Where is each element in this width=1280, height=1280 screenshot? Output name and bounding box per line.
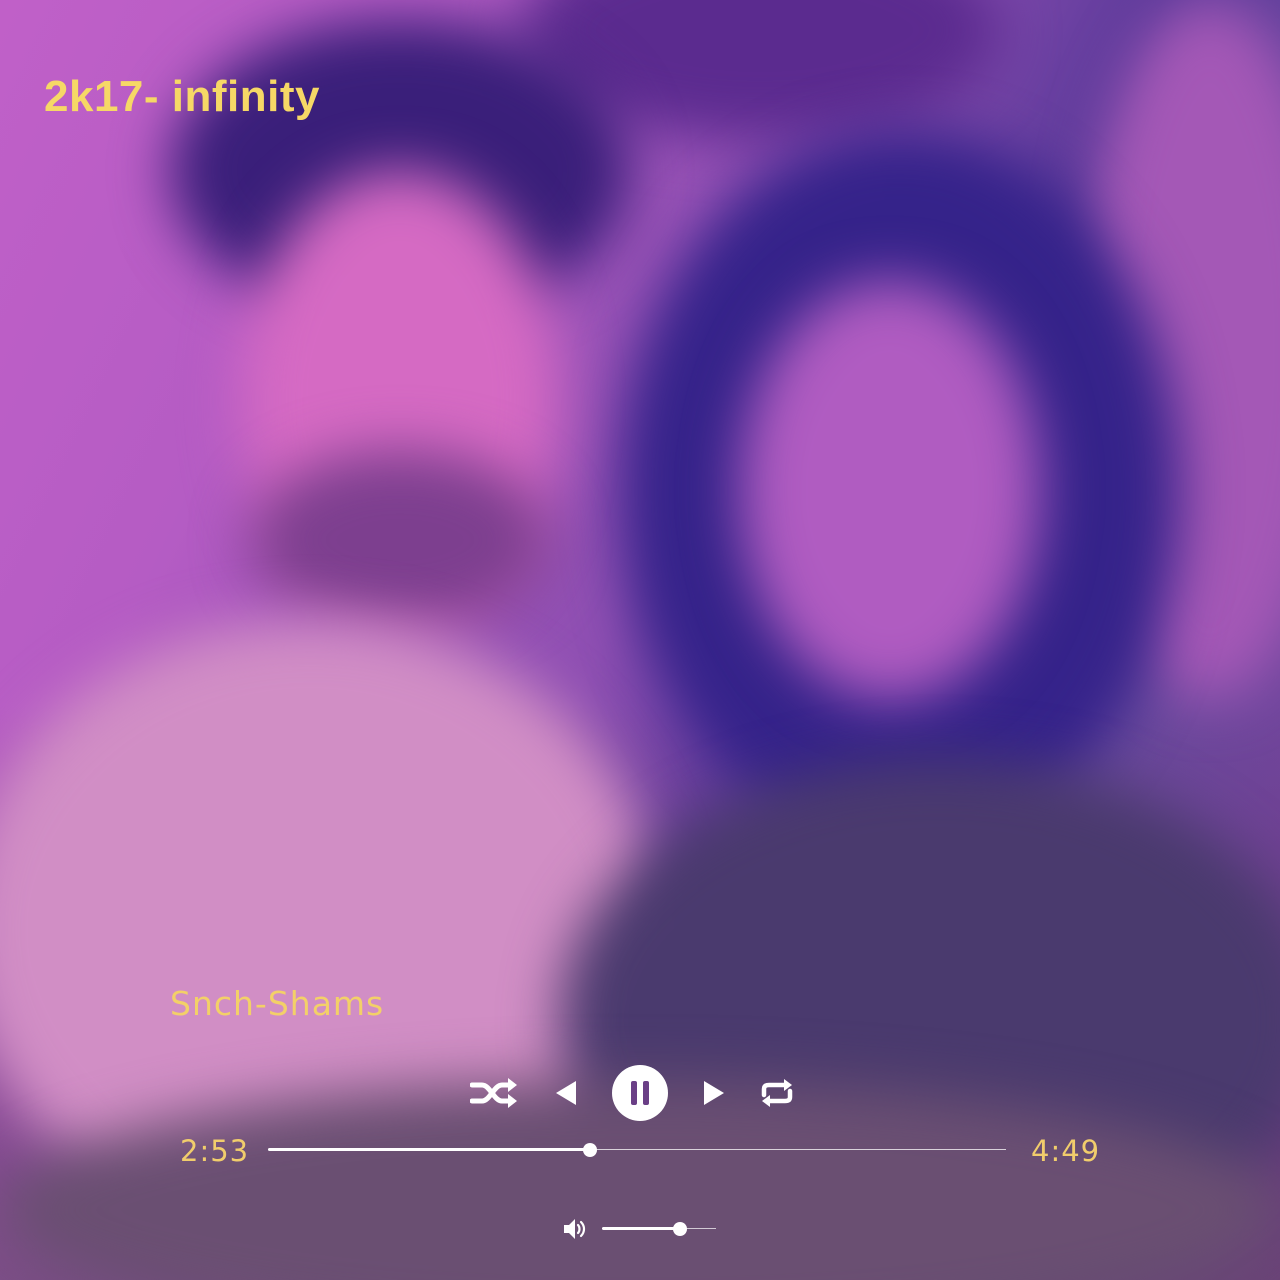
- shuffle-button[interactable]: [466, 1060, 522, 1126]
- volume-fill: [602, 1227, 680, 1230]
- total-time: 4:49: [1031, 1134, 1101, 1168]
- next-button[interactable]: [694, 1060, 734, 1126]
- playback-controls: [0, 1060, 1280, 1126]
- song-title: 2k17- infinity: [44, 72, 320, 121]
- next-icon: [704, 1081, 724, 1105]
- music-player: 2k17- infinity Snch-Shams 2:53 4:49: [0, 0, 1280, 1280]
- current-time: 2:53: [180, 1134, 250, 1168]
- volume-button[interactable]: [562, 1216, 588, 1242]
- previous-button[interactable]: [546, 1060, 586, 1126]
- pause-icon: [631, 1081, 649, 1105]
- artwork-region: [740, 280, 1040, 700]
- volume-icon: [564, 1219, 586, 1239]
- progress-fill: [268, 1148, 590, 1151]
- artwork-region: [250, 450, 550, 630]
- previous-icon: [556, 1081, 576, 1105]
- volume-knob[interactable]: [672, 1222, 687, 1236]
- volume-slider[interactable]: [602, 1222, 716, 1236]
- progress-knob[interactable]: [582, 1143, 597, 1157]
- pause-button-circle: [612, 1065, 668, 1121]
- artist-name: Snch-Shams: [170, 984, 385, 1023]
- repeat-button[interactable]: [752, 1060, 802, 1126]
- shuffle-icon: [470, 1078, 517, 1108]
- pause-button[interactable]: [610, 1060, 670, 1126]
- progress-slider[interactable]: [268, 1143, 1006, 1157]
- repeat-icon: [761, 1079, 793, 1107]
